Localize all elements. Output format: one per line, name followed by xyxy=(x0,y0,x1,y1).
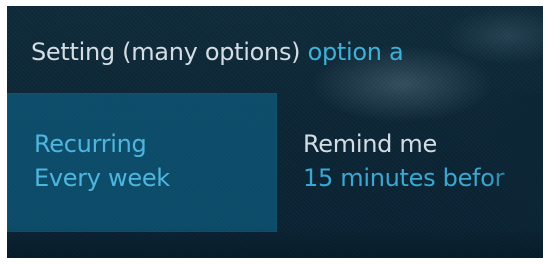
recurring-value: Every week xyxy=(34,164,170,192)
remind-me-option[interactable]: Remind me 15 minutes befor xyxy=(277,93,543,232)
settings-screen: Setting (many options) option a Recurrin… xyxy=(7,6,543,258)
setting-label: Setting (many options) xyxy=(31,38,301,66)
setting-value: option a xyxy=(307,38,404,66)
recurring-title: Recurring xyxy=(34,130,147,158)
remind-me-title: Remind me xyxy=(303,130,437,158)
remind-me-value: 15 minutes befor xyxy=(303,164,505,192)
setting-combo-header[interactable]: Setting (many options) option a xyxy=(31,36,404,68)
recurring-option[interactable]: Recurring Every week xyxy=(7,93,277,232)
bottom-shade xyxy=(7,228,543,258)
